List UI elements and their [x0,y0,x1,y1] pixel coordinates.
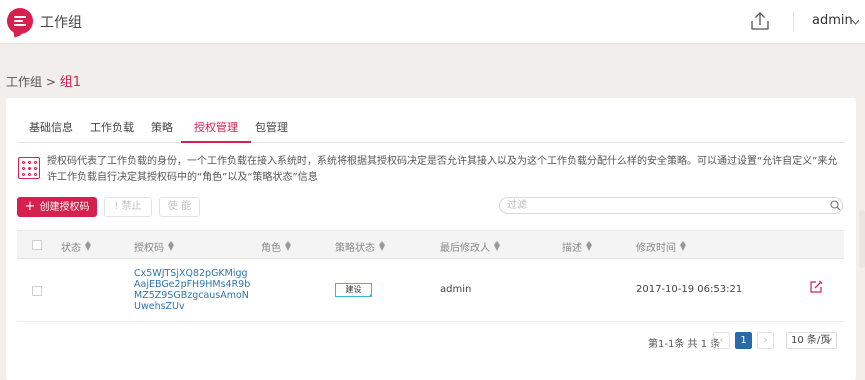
app-title: 工作组 [40,15,82,31]
tab-basic-info[interactable]: 基础信息 [29,119,73,135]
column-role[interactable]: 角色 [261,239,291,254]
row-checkbox[interactable] [32,286,42,296]
sort-icon [379,241,385,251]
enable-button[interactable]: 使 能 [159,197,200,217]
user-menu[interactable]: admin [812,13,853,28]
column-status[interactable]: 状态 [61,239,91,254]
chat-list-logo-icon[interactable] [7,8,33,34]
disable-button[interactable]: ! 禁止 [104,197,152,217]
info-description: 授权码代表了工作负载的身份，一个工作负载在接入系统时，系统将根据其授权码决定是否… [47,156,838,183]
main-card: 基础信息 工作负载 策略 授权管理 包管理 授权码代表了工作负载的身份，一个工作… [6,98,856,380]
tab-policy[interactable]: 策略 [151,119,173,135]
breadcrumb: 工作组 > 组1 [6,71,81,90]
breadcrumb-parent[interactable]: 工作组 [6,75,42,89]
sort-icon [680,241,686,251]
column-auth-code[interactable]: 授权码 [134,239,174,254]
plus-icon: + [24,199,36,214]
tab-workload[interactable]: 工作负载 [90,119,134,135]
row-modified-by: admin [440,284,472,295]
tab-authorization[interactable]: 授权管理 [194,119,238,135]
sort-icon [85,241,91,251]
breadcrumb-separator: > [42,75,60,89]
pagination-summary: 第1-1条 共 1 条 [648,339,721,350]
filter-input[interactable] [499,197,843,214]
policy-state-badge: 建设 [335,283,372,297]
column-description[interactable]: 描述 [562,239,592,254]
scrollbar[interactable] [859,210,865,268]
grid-dots-icon [18,157,40,179]
edit-icon[interactable] [809,280,823,294]
select-all-checkbox[interactable] [32,240,42,250]
column-modified-by[interactable]: 最后修改人 [440,239,500,254]
table-header: 状态 授权码 角色 策略状态 最后修改人 描述 修改时间 [17,230,844,259]
chevron-down-icon[interactable] [851,19,860,25]
create-label: 创建授权码 [39,202,90,213]
page-size-select[interactable]: 10 条/页 [786,332,837,349]
top-bar: 工作组 admin [0,0,865,44]
row-modified-time: 2017-10-19 06:53:21 [636,284,743,295]
next-page-button[interactable]: › [757,332,774,349]
breadcrumb-current: 组1 [59,75,81,90]
column-modified-time[interactable]: 修改时间 [636,239,686,254]
table-row: Cx5WJTSjXQ82pGKMiggAajEBGe2pFH9HMs4R9bMZ… [17,259,844,322]
sort-icon [168,241,174,251]
create-auth-code-button[interactable]: + 创建授权码 [17,197,97,217]
chevron-down-icon [825,338,832,343]
sort-icon [586,241,592,251]
column-policy-state[interactable]: 策略状态 [335,239,385,254]
page-number-1[interactable]: 1 [735,332,752,349]
upload-icon[interactable] [749,10,771,32]
sort-icon [285,241,291,251]
tab-package[interactable]: 包管理 [255,119,288,135]
header-divider [793,12,794,32]
tab-bar: 基础信息 工作负载 策略 授权管理 包管理 [17,113,845,143]
row-auth-code[interactable]: Cx5WJTSjXQ82pGKMiggAajEBGe2pFH9HMs4R9bMZ… [134,268,252,312]
search-icon[interactable] [830,200,841,211]
prev-page-button[interactable]: ‹ [713,332,730,349]
active-tab-indicator [181,141,251,143]
sort-icon [494,241,500,251]
